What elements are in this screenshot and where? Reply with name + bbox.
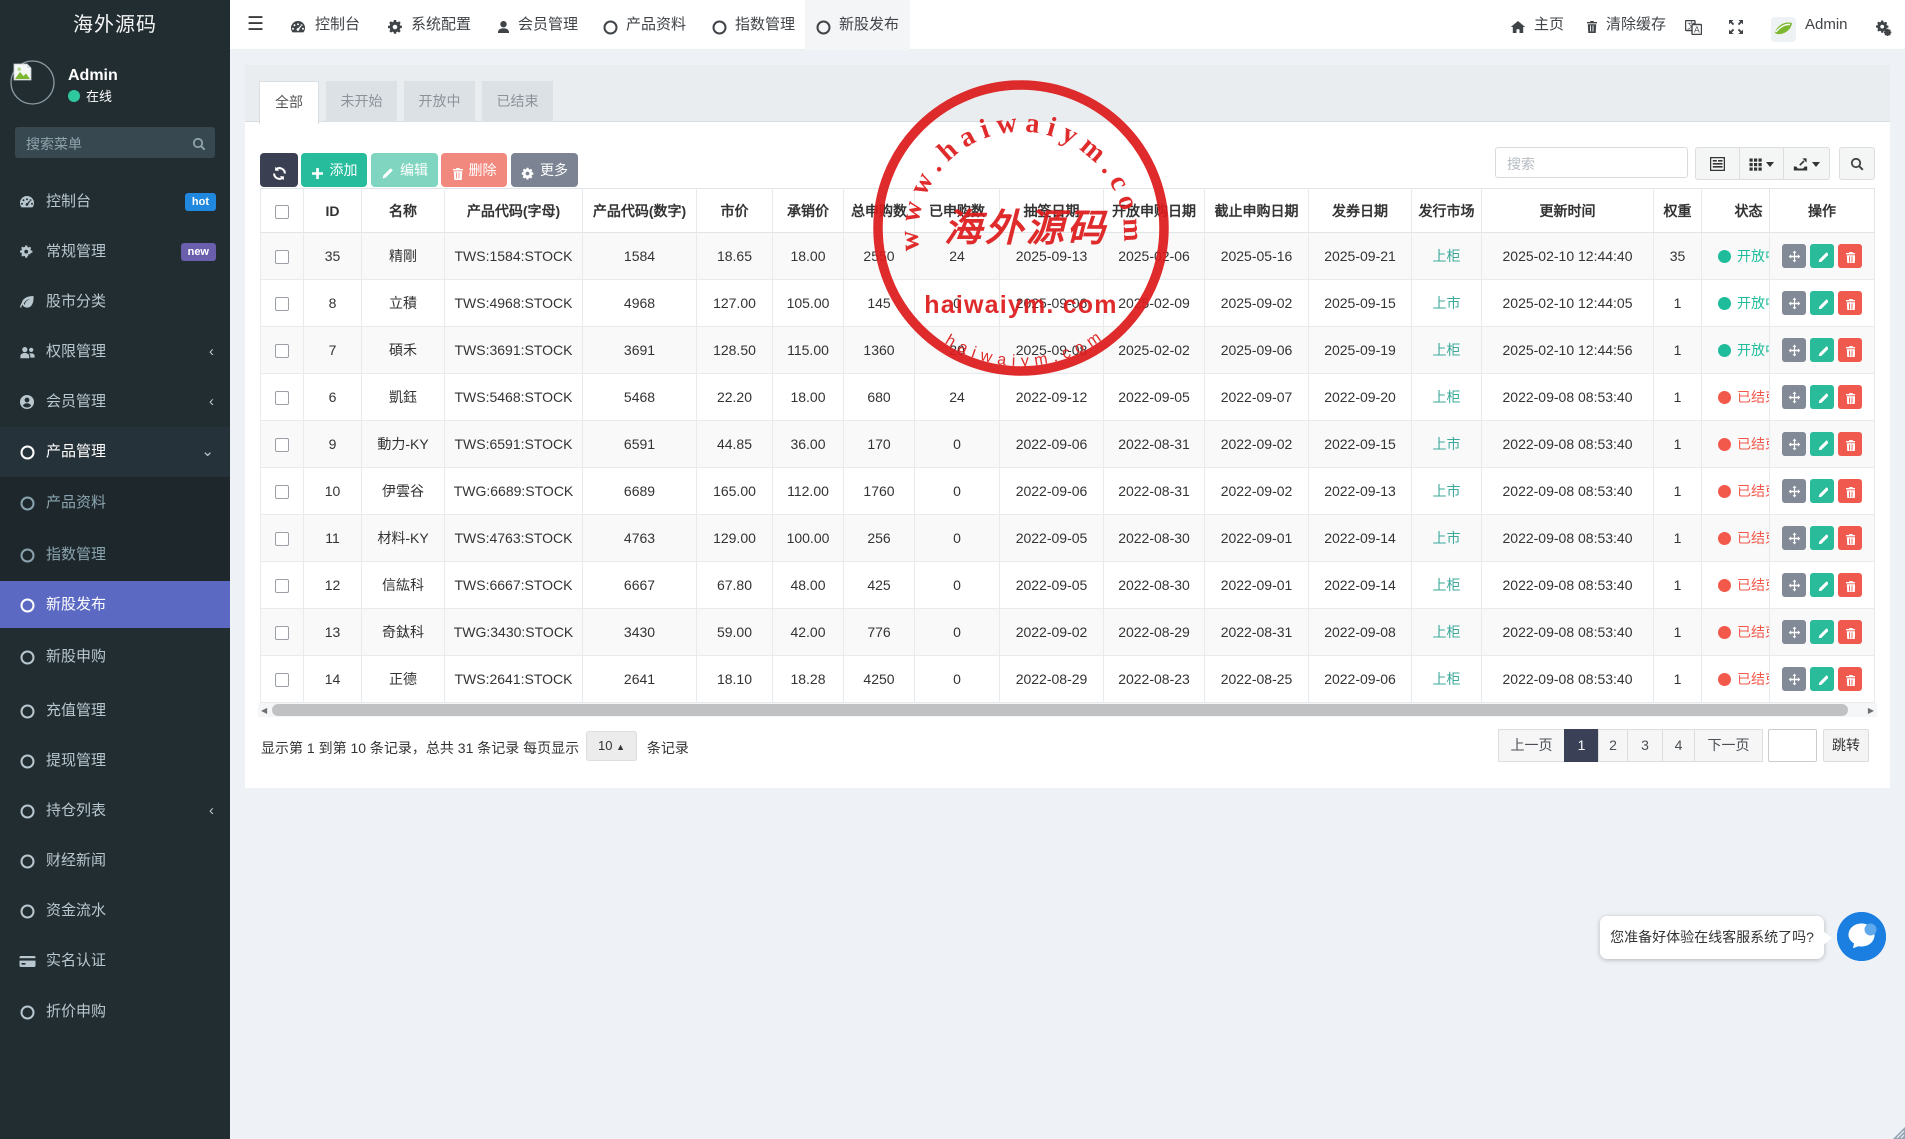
svg-text:haiwaiym. com: haiwaiym. com: [924, 291, 1117, 319]
svg-text:A: A: [1694, 24, 1700, 34]
svg-text:海外源码: 海外源码: [944, 208, 1108, 250]
